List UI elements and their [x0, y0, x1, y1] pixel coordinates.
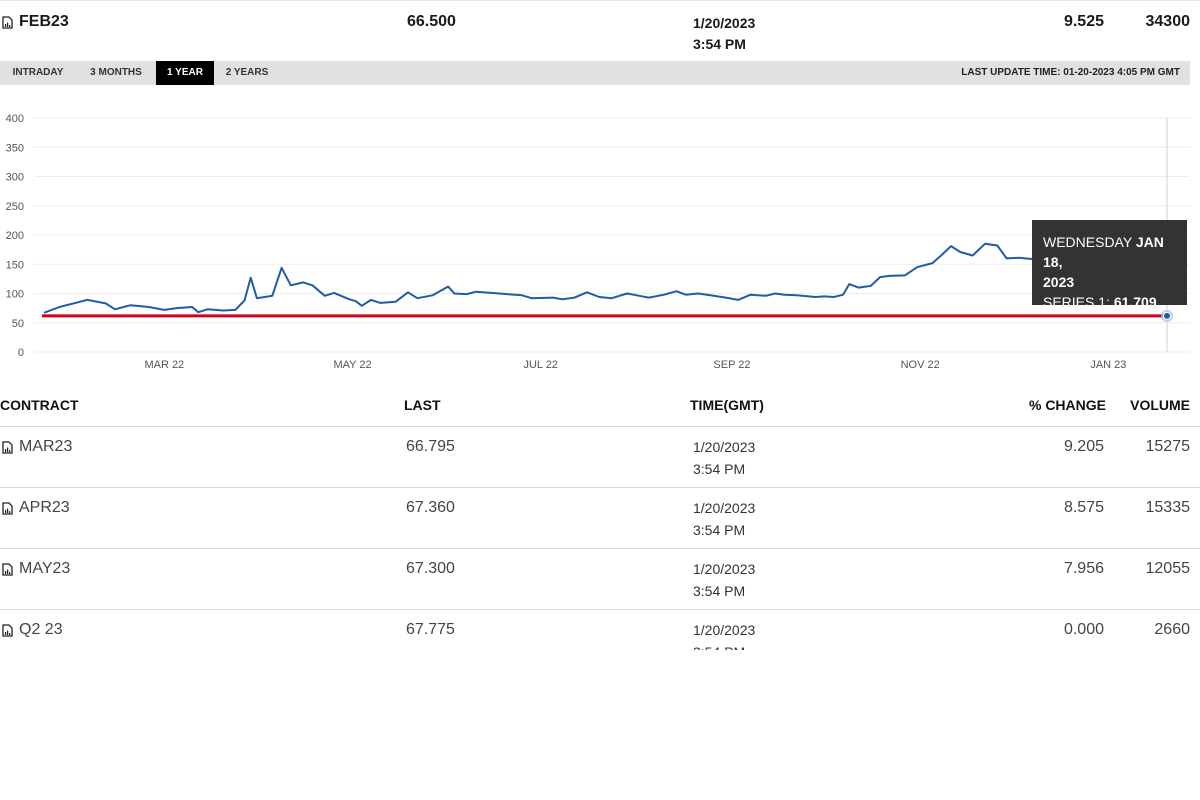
col-time[interactable]: TIME(GMT) — [690, 397, 764, 413]
y-tick-label: 300 — [6, 172, 24, 184]
row-contract-name: APR23 — [19, 499, 70, 516]
col-last[interactable]: LAST — [404, 397, 441, 413]
x-tick-label: JUL 22 — [523, 359, 557, 371]
y-tick-label: 200 — [6, 230, 24, 242]
y-tick-label: 100 — [6, 289, 24, 301]
selected-change: 9.525 — [1063, 13, 1104, 30]
row-clock: 3:54 PM — [693, 461, 746, 477]
row-change: 9.205 — [1063, 438, 1104, 455]
row-contract-name: Q2 23 — [19, 621, 63, 638]
col-contract[interactable]: CONTRACT — [0, 397, 79, 413]
range-tabbar: INTRADAY 3 MONTHS 1 YEAR 2 YEARS LAST UP… — [0, 61, 1190, 85]
selected-contract[interactable]: FEB23 — [2, 13, 69, 31]
x-tick-label: JAN 23 — [1090, 359, 1126, 371]
price-chart[interactable]: 0 50 100 150 200 250 300 350 400 MAR 22 MAY 22 JUL … — [0, 108, 1190, 378]
x-tick-label: NOV 22 — [901, 359, 940, 371]
x-tick-label: MAR 22 — [144, 359, 184, 371]
row-last: 67.300 — [406, 560, 455, 577]
row-time: 1/20/2023 3:54 PM — [693, 436, 755, 480]
selected-contract-row[interactable]: FEB23 66.500 1/20/2023 3:54 PM 9.525 343… — [0, 0, 1200, 61]
row-change: 8.575 — [1063, 499, 1104, 516]
chart-doc-icon — [2, 501, 13, 515]
y-tick-label: 150 — [6, 259, 24, 271]
chart-doc-icon — [2, 623, 13, 637]
row-time: 1/20/2023 3:54 PM — [693, 619, 755, 650]
tab-1-year[interactable]: 1 YEAR — [156, 61, 214, 85]
row-change: 7.956 — [1063, 560, 1104, 577]
chart-doc-icon — [2, 562, 13, 576]
tab-intraday[interactable]: INTRADAY — [0, 61, 76, 85]
series-1-line — [43, 221, 1168, 314]
col-change[interactable]: % CHANGE — [1029, 397, 1106, 413]
table-row[interactable]: Q2 23 67.775 1/20/2023 3:54 PM 0.000 2660 — [0, 610, 1200, 650]
row-last: 66.795 — [406, 438, 455, 455]
row-date: 1/20/2023 — [693, 500, 756, 516]
row-volume: 12055 — [1145, 560, 1191, 577]
row-change: 0.000 — [1063, 621, 1104, 638]
selected-volume: 34300 — [1145, 13, 1191, 30]
tab-2-years[interactable]: 2 YEARS — [214, 61, 280, 85]
row-clock: 3:54 PM — [693, 522, 746, 538]
tab-3-months[interactable]: 3 MONTHS — [76, 61, 156, 85]
row-contract-name: MAR23 — [19, 438, 73, 455]
row-contract[interactable]: MAY23 — [2, 560, 70, 578]
selected-last: 66.500 — [407, 13, 456, 30]
row-volume: 15275 — [1145, 438, 1191, 455]
chart-doc-icon — [2, 440, 13, 454]
row-date: 1/20/2023 — [693, 561, 756, 577]
row-last: 67.360 — [406, 499, 455, 516]
y-tick-label: 0 — [18, 347, 24, 359]
tooltip-year: 2023 — [1043, 274, 1075, 290]
tooltip-day: WEDNESDAY — [1043, 234, 1132, 250]
highlight-marker — [1163, 311, 1171, 320]
table-row[interactable]: MAR23 66.795 1/20/2023 3:54 PM 9.205 15275 — [0, 427, 1200, 488]
row-date: 1/20/2023 — [693, 622, 756, 638]
row-time: 1/20/2023 3:54 PM — [693, 497, 755, 541]
row-contract-name: MAY23 — [19, 560, 71, 577]
selected-clock: 3:54 PM — [693, 36, 746, 52]
row-contract[interactable]: APR23 — [2, 499, 70, 517]
y-tick-label: 400 — [6, 113, 24, 125]
selected-contract-name: FEB23 — [19, 13, 69, 30]
row-volume: 15335 — [1145, 499, 1191, 516]
x-tick-label: SEP 22 — [713, 359, 750, 371]
tooltip-series-label: SERIES 1: — [1043, 294, 1110, 310]
chart-tooltip: WEDNESDAY JAN 18, 2023 SERIES 1: 61.709 — [1032, 220, 1187, 310]
row-volume: 2660 — [1154, 621, 1190, 638]
y-tick-label: 50 — [12, 318, 24, 330]
y-tick-label: 250 — [6, 201, 24, 213]
y-tick-label: 350 — [6, 142, 24, 154]
price-chart-svg[interactable]: 0 50 100 150 200 250 300 350 400 MAR 22 MAY 22 JUL … — [0, 108, 1190, 378]
x-tick-label: MAY 22 — [333, 359, 371, 371]
table-row[interactable]: MAY23 67.300 1/20/2023 3:54 PM 7.956 12055 — [0, 549, 1200, 610]
chart-doc-icon — [2, 15, 13, 29]
row-time: 1/20/2023 3:54 PM — [693, 558, 755, 602]
last-update-time: LAST UPDATE TIME: 01-20-2023 4:05 PM GMT — [961, 67, 1180, 78]
tooltip-series-value: 61.709 — [1113, 294, 1157, 310]
row-contract[interactable]: Q2 23 — [2, 621, 63, 639]
table-row[interactable]: APR23 67.360 1/20/2023 3:54 PM 8.575 15335 — [0, 488, 1200, 549]
contracts-table-header: CONTRACT LAST TIME(GMT) % CHANGE VOLUME — [0, 395, 1200, 427]
row-contract[interactable]: MAR23 — [2, 438, 72, 456]
row-date: 1/20/2023 — [693, 439, 756, 455]
selected-time: 1/20/2023 3:54 PM — [693, 13, 755, 55]
row-last: 67.775 — [406, 621, 455, 638]
selected-date: 1/20/2023 — [693, 15, 756, 31]
row-clock: 3:54 PM — [693, 583, 746, 599]
row-clock: 3:54 PM — [693, 641, 755, 650]
col-volume[interactable]: VOLUME — [1130, 397, 1190, 413]
